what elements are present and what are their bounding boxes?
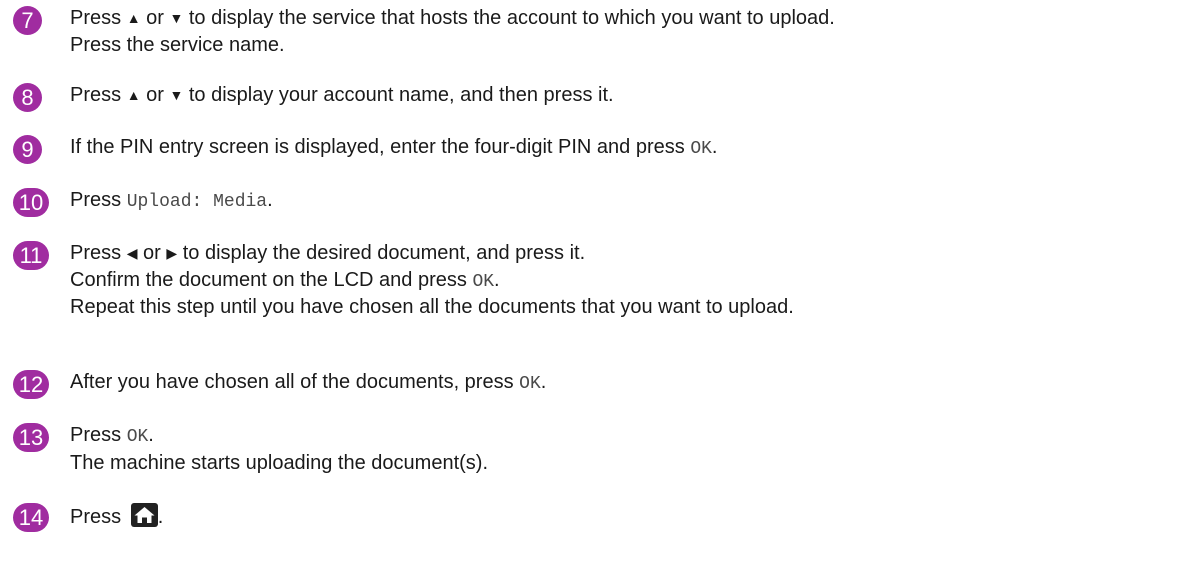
instruction-text: to display the service that hosts the ac… xyxy=(183,7,835,29)
step-body: Press ▲ or ▼ to display your account nam… xyxy=(70,83,1178,110)
step-text-line: Press . xyxy=(70,503,1178,531)
instruction-text: The machine starts uploading the documen… xyxy=(70,451,488,474)
instruction-text: . xyxy=(540,371,547,393)
step-text-line: Press ◀ or ▶ to display the desired docu… xyxy=(70,241,1178,268)
instruction-text: . xyxy=(148,424,154,446)
instruction-text: . xyxy=(494,268,500,291)
instruction-text: to display your account name, and then p… xyxy=(183,84,614,106)
step-text-line: The machine starts uploading the documen… xyxy=(70,451,1178,477)
step-body: Press ▲ or ▼ to display the service that… xyxy=(70,6,1178,58)
step-text-line: If the PIN entry screen is displayed, en… xyxy=(70,135,1178,163)
lcd-key-label: OK xyxy=(126,427,149,447)
step-text-line: Repeat this step until you have chosen a… xyxy=(70,295,1178,321)
down-arrow-icon: ▼ xyxy=(169,10,184,26)
lcd-key-label: Upload: Media xyxy=(126,192,268,212)
instruction-text: . xyxy=(267,189,273,211)
lcd-key-label: OK xyxy=(690,139,712,159)
instruction-text: If the PIN entry screen is displayed, en… xyxy=(70,136,691,158)
step-number-badge: 11 xyxy=(13,241,49,270)
instruction-text: . xyxy=(711,136,718,158)
instruction-text: or xyxy=(137,242,167,264)
step-body: After you have chosen all of the documen… xyxy=(70,370,1178,398)
down-arrow-icon: ▼ xyxy=(169,87,184,103)
lcd-key-label: OK xyxy=(472,271,495,292)
instruction-text: or xyxy=(140,84,170,106)
step-number-badge: 7 xyxy=(13,6,42,35)
step-number-badge: 13 xyxy=(13,423,49,452)
step-text-line: Press the service name. xyxy=(70,33,1178,59)
step-text-line: Press ▲ or ▼ to display the service that… xyxy=(70,6,1178,33)
step-body: Press OK. The machine starts uploading th… xyxy=(70,423,1178,476)
instruction-text: Press xyxy=(70,7,127,29)
instruction-text: Press xyxy=(70,506,127,528)
instruction-text: Press the service name. xyxy=(70,33,285,56)
step-text-line: Confirm the document on the LCD and pres… xyxy=(70,268,1178,296)
step-body: If the PIN entry screen is displayed, en… xyxy=(70,135,1178,163)
home-icon xyxy=(130,503,158,527)
step-number-badge: 9 xyxy=(13,135,42,164)
step-number-badge: 8 xyxy=(13,83,42,112)
instruction-text: or xyxy=(140,7,170,29)
step-text-line: After you have chosen all of the documen… xyxy=(70,370,1178,398)
step-text-line: Press ▲ or ▼ to display your account nam… xyxy=(70,83,1178,110)
instruction-text: Confirm the document on the LCD and pres… xyxy=(70,268,473,291)
step-number-badge: 12 xyxy=(13,370,49,399)
instruction-text: Press xyxy=(70,84,127,106)
up-arrow-icon: ▲ xyxy=(126,10,141,26)
step-text-line: Press Upload: Media. xyxy=(70,188,1178,216)
step-number-badge: 10 xyxy=(13,188,49,217)
left-arrow-icon: ◀ xyxy=(126,245,138,261)
step-text-line: Press OK. xyxy=(70,423,1178,451)
up-arrow-icon: ▲ xyxy=(126,87,141,103)
step-number-badge: 14 xyxy=(13,503,49,532)
step-body: Press ◀ or ▶ to display the desired docu… xyxy=(70,241,1178,321)
right-arrow-icon: ▶ xyxy=(166,245,178,261)
instruction-text: to display the desired document, and pre… xyxy=(177,242,586,264)
lcd-key-label: OK xyxy=(519,374,541,394)
instruction-text: Press xyxy=(70,424,127,446)
instruction-text: Press xyxy=(70,242,127,264)
instruction-text: After you have chosen all of the documen… xyxy=(70,371,520,393)
step-body: Press Upload: Media. xyxy=(70,188,1178,216)
instruction-text: Press xyxy=(70,189,127,211)
instruction-text: . xyxy=(157,506,164,528)
step-body: Press . xyxy=(70,503,1178,531)
instruction-text: Repeat this step until you have chosen a… xyxy=(70,296,794,318)
